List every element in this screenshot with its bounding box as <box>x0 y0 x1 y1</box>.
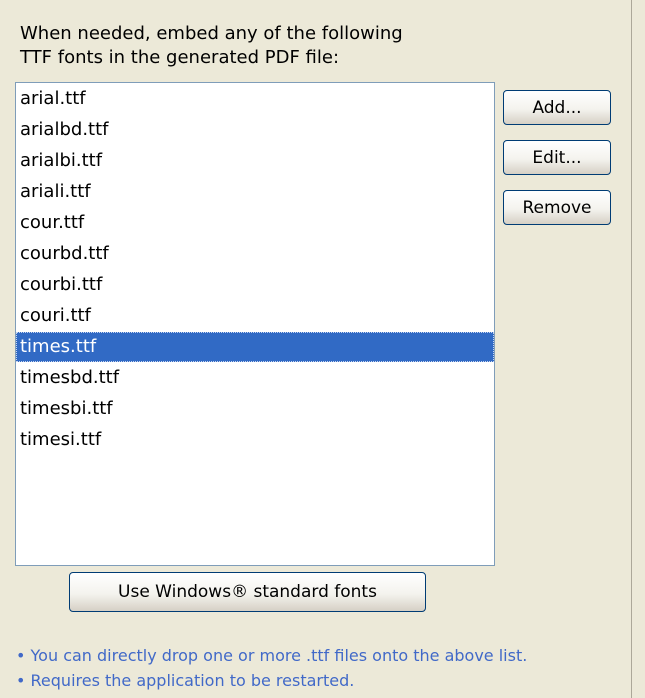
font-list-item[interactable]: cour.ttf <box>16 208 494 238</box>
font-list-item[interactable]: times.ttf <box>16 332 494 362</box>
restart-note: • Requires the application to be restart… <box>16 671 355 690</box>
edit-button[interactable]: Edit... <box>503 140 611 175</box>
intro-line-2: TTF fonts in the generated PDF file: <box>20 47 340 68</box>
font-list-item[interactable]: arialbi.ttf <box>16 146 494 176</box>
font-list-item[interactable]: ariali.ttf <box>16 177 494 207</box>
font-list-item[interactable]: timesbd.ttf <box>16 363 494 393</box>
font-list-item[interactable]: courbi.ttf <box>16 270 494 300</box>
font-list-item[interactable]: arialbd.ttf <box>16 115 494 145</box>
intro-line-1: When needed, embed any of the following <box>20 23 403 44</box>
font-list-item[interactable]: arial.ttf <box>16 84 494 114</box>
font-embedding-panel: When needed, embed any of the following … <box>0 0 632 698</box>
ttf-font-list[interactable]: arial.ttf arialbd.ttf arialbi.ttf ariali.tt… <box>15 82 495 566</box>
font-list-item[interactable]: timesi.ttf <box>16 425 494 455</box>
font-list-item[interactable]: couri.ttf <box>16 301 494 331</box>
intro-text: When needed, embed any of the following … <box>20 22 403 70</box>
font-list-item[interactable]: timesbi.ttf <box>16 394 494 424</box>
remove-button[interactable]: Remove <box>503 190 611 225</box>
add-button[interactable]: Add... <box>503 90 611 125</box>
drop-files-note: • You can directly drop one or more .ttf… <box>16 646 528 665</box>
use-windows-standard-fonts-button[interactable]: Use Windows® standard fonts <box>69 572 426 612</box>
font-list-item[interactable]: courbd.ttf <box>16 239 494 269</box>
